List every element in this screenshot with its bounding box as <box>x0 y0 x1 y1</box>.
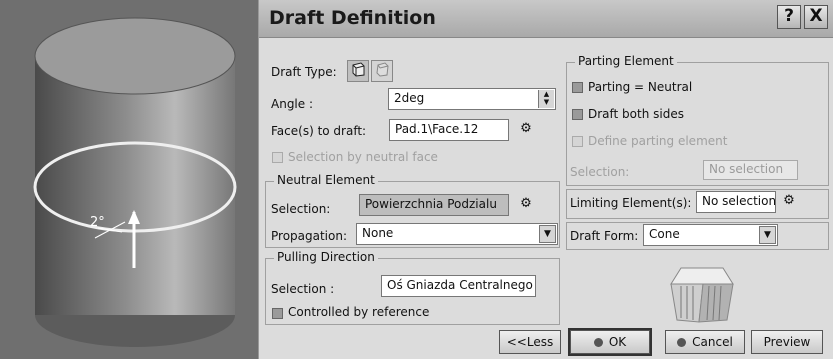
cancel-icon <box>677 338 687 347</box>
selection-by-neutral-face-checkbox[interactable] <box>272 152 283 163</box>
3d-viewport[interactable]: 2° <box>0 0 260 359</box>
parting-element-title: Parting Element <box>575 54 677 68</box>
cancel-label: Cancel <box>692 335 733 349</box>
define-parting-element-label: Define parting element <box>588 134 728 148</box>
draft-preview-image <box>670 267 734 323</box>
selection-by-neutral-face-label: Selection by neutral face <box>288 150 438 164</box>
angle-value: 2deg <box>394 91 425 105</box>
ok-button[interactable]: OK <box>568 328 652 356</box>
draft-definition-dialog: Draft Definition ? X Draft Type: Angle :… <box>258 0 833 359</box>
draft-type-constant-icon[interactable] <box>347 60 369 82</box>
draft-form-dropdown[interactable]: Cone ▼ <box>643 224 778 246</box>
draft-form-label: Draft Form: <box>570 229 639 243</box>
angle-spinner-icon[interactable]: ▲ ▼ <box>538 90 554 108</box>
cylinder-model: 2° <box>33 17 237 347</box>
pulling-selection-value: Oś Gniazda Centralnego <box>387 278 533 292</box>
title-bar: Draft Definition ? X <box>259 0 833 38</box>
limiting-label: Limiting Element(s): <box>570 196 692 210</box>
draft-form-value: Cone <box>649 227 680 241</box>
chevron-down-icon[interactable]: ▼ <box>539 225 556 243</box>
angle-input[interactable]: 2deg ▲ ▼ <box>388 88 556 110</box>
neutral-selection-value: Powierzchnia Podzialu <box>365 197 497 211</box>
less-button[interactable]: <<Less <box>499 330 561 354</box>
cancel-button[interactable]: Cancel <box>665 330 745 354</box>
draft-type-label: Draft Type: <box>271 65 337 79</box>
pulling-direction-title: Pulling Direction <box>274 250 378 264</box>
parting-selection-value: No selection <box>709 162 784 176</box>
dialog-title: Draft Definition <box>269 7 436 29</box>
neutral-selection-icon[interactable]: ⚙ <box>515 194 537 216</box>
parting-neutral-label: Parting = Neutral <box>588 80 693 94</box>
controlled-by-reference-checkbox[interactable] <box>272 308 283 319</box>
faces-selection-icon[interactable]: ⚙ <box>515 119 537 141</box>
faces-input[interactable]: Pad.1\Face.12 <box>389 119 509 141</box>
controlled-by-reference-label: Controlled by reference <box>288 305 430 319</box>
propagation-label: Propagation: <box>271 229 348 243</box>
close-button[interactable]: X <box>804 5 828 29</box>
parting-selection-input: No selection <box>703 160 798 180</box>
faces-label: Face(s) to draft: <box>271 124 367 138</box>
ok-label: OK <box>608 335 627 349</box>
preview-button[interactable]: Preview <box>751 330 823 354</box>
define-parting-element-checkbox[interactable] <box>572 136 583 147</box>
angle-label: Angle : <box>271 97 314 111</box>
parting-neutral-checkbox[interactable] <box>572 82 583 93</box>
propagation-dropdown[interactable]: None ▼ <box>356 223 558 245</box>
help-button[interactable]: ? <box>777 5 801 29</box>
limiting-selection-icon[interactable]: ⚙ <box>778 191 800 213</box>
neutral-selection-label: Selection: <box>271 202 331 216</box>
pulling-selection-label: Selection : <box>271 282 335 296</box>
neutral-selection-input[interactable]: Powierzchnia Podzialu <box>359 194 509 216</box>
angle-annotation: 2° <box>90 215 105 230</box>
chevron-down-icon[interactable]: ▼ <box>759 226 776 244</box>
draft-both-sides-checkbox[interactable] <box>572 109 583 120</box>
draft-both-sides-label: Draft both sides <box>588 107 684 121</box>
limiting-value: No selection <box>702 194 776 208</box>
parting-selection-label: Selection: <box>570 165 630 179</box>
faces-value: Pad.1\Face.12 <box>395 122 479 136</box>
ok-icon <box>593 338 603 347</box>
limiting-input[interactable]: No selection <box>696 191 776 213</box>
pulling-selection-input[interactable]: Oś Gniazda Centralnego <box>381 275 536 297</box>
draft-type-variable-icon[interactable] <box>371 60 393 82</box>
neutral-element-title: Neutral Element <box>274 173 378 187</box>
propagation-value: None <box>362 226 394 240</box>
